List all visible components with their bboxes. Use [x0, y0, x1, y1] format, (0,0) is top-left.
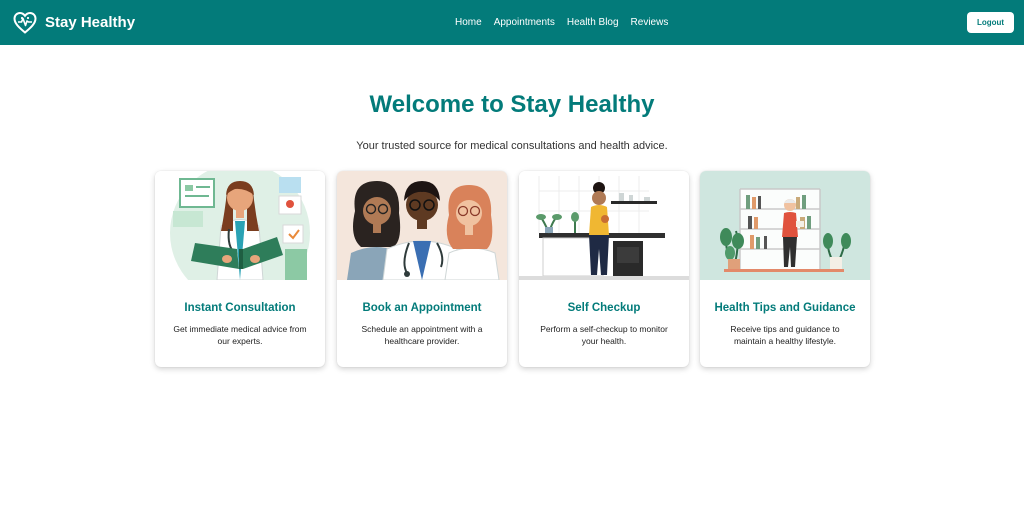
card-title: Instant Consultation [184, 302, 296, 314]
logout-button[interactable]: Logout [967, 12, 1014, 33]
service-card-book-appointment[interactable]: Book an Appointment Schedule an appointm… [337, 171, 507, 367]
nav-link-appointments[interactable]: Appointments [494, 15, 555, 30]
card-description: Perform a self-checkup to monitor your h… [540, 324, 668, 346]
card-title: Health Tips and Guidance [714, 302, 856, 314]
woman-in-kitchen-illustration [519, 171, 689, 280]
heart-logo-icon [13, 11, 37, 34]
nav-link-health-blog[interactable]: Health Blog [567, 15, 619, 30]
doctor-reading-chart-illustration [155, 171, 325, 280]
main-nav: Home Appointments Health Blog Reviews [455, 15, 680, 30]
card-description: Schedule an appointment with a healthcar… [361, 324, 483, 346]
page-title: Welcome to Stay Healthy [369, 91, 655, 118]
three-doctors-illustration [337, 171, 507, 280]
brand-name: Stay Healthy [45, 14, 136, 31]
service-card-health-tips[interactable]: Health Tips and Guidance Receive tips an… [700, 171, 870, 367]
page-subtitle: Your trusted source for medical consulta… [356, 140, 668, 152]
card-title: Self Checkup [567, 302, 641, 314]
brand[interactable]: Stay Healthy [13, 11, 135, 35]
service-card-self-checkup[interactable]: Self Checkup Perform a self-checkup to m… [519, 171, 689, 367]
nav-link-home[interactable]: Home [455, 15, 482, 30]
card-description: Get immediate medical advice from our ex… [173, 324, 307, 346]
navbar: Stay Healthy Home Appointments Health Bl… [0, 0, 1024, 45]
card-title: Book an Appointment [362, 302, 482, 314]
man-reading-by-bookshelf-illustration [700, 171, 870, 280]
service-card-instant-consultation[interactable]: Instant Consultation Get immediate medic… [155, 171, 325, 367]
nav-link-reviews[interactable]: Reviews [631, 15, 669, 30]
card-description: Receive tips and guidance to maintain a … [730, 324, 840, 346]
